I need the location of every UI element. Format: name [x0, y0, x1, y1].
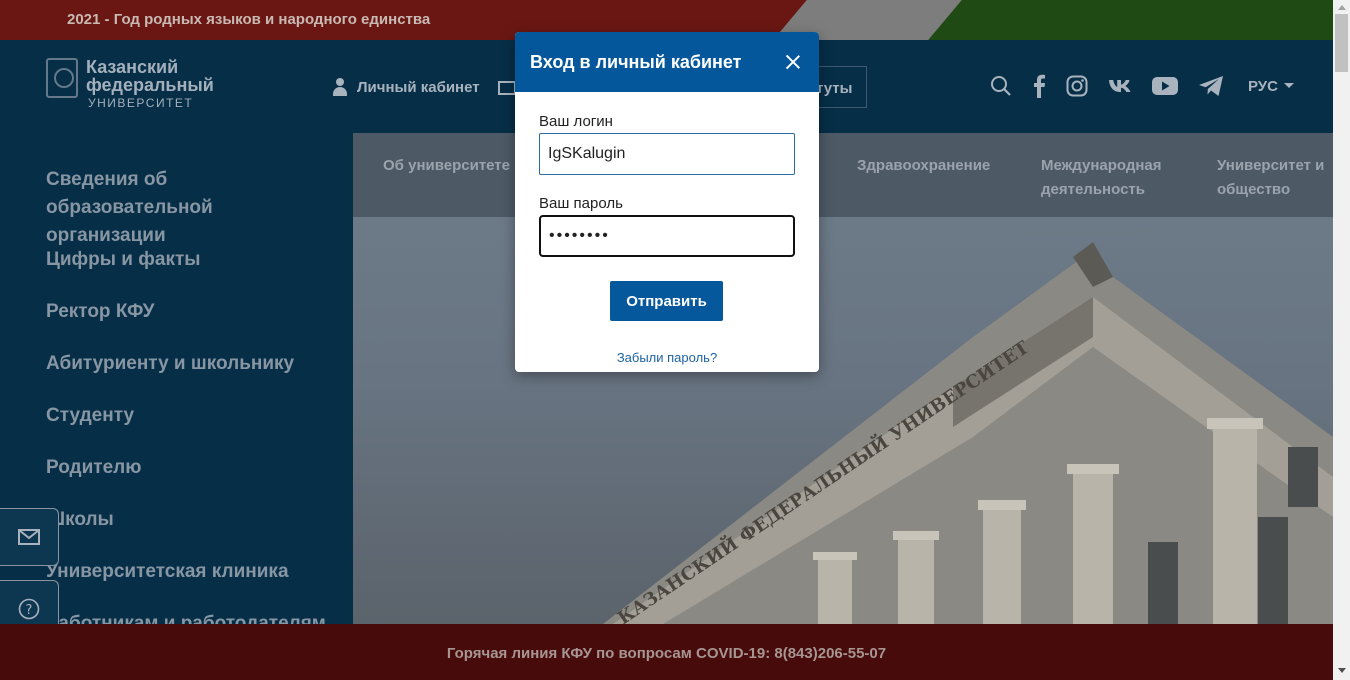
- user-icon: [333, 78, 347, 96]
- svg-text:?: ?: [26, 603, 33, 618]
- instagram-icon[interactable]: [1066, 75, 1088, 97]
- telegram-icon[interactable]: [1198, 75, 1224, 97]
- topnav-item-healthcare[interactable]: Здравоохранение: [857, 154, 990, 178]
- topnav-item-society[interactable]: Университет и общество: [1217, 154, 1327, 202]
- vk-icon[interactable]: [1108, 78, 1132, 94]
- sidebar-item-parents[interactable]: Родителю: [46, 454, 336, 482]
- scroll-thumb[interactable]: [1335, 14, 1348, 72]
- sidebar-item-schools[interactable]: Школы: [46, 506, 336, 534]
- youtube-icon[interactable]: [1152, 77, 1178, 95]
- institutes-button-label: туты: [816, 80, 853, 97]
- language-selector[interactable]: РУС: [1248, 78, 1294, 95]
- top-navigation: Об университете Здравоохранение Междунар…: [353, 133, 1333, 217]
- sidebar-item-employees[interactable]: Работникам и работодателям: [46, 610, 336, 624]
- topnav-item-international[interactable]: Международная деятельность: [1041, 154, 1181, 202]
- account-link-label: Личный кабинет: [357, 78, 480, 96]
- scroll-up-arrow-icon[interactable]: [1338, 5, 1346, 10]
- hero-image: КАЗАНСКИЙ ФЕДЕРАЛЬНЫЙ УНИВЕРСИТЕТ: [353, 217, 1333, 624]
- logo-line2: федеральный: [86, 75, 214, 95]
- login-modal: Вход в личный кабинет Ваш логин Ваш паро…: [515, 32, 819, 372]
- feedback-mail-button[interactable]: [0, 508, 59, 566]
- sidebar-item-rector[interactable]: Ректор КФУ: [46, 298, 336, 326]
- sidebar-item-clinic[interactable]: Университетская клиника: [46, 558, 336, 586]
- header-icons: РУС: [990, 74, 1294, 98]
- close-icon[interactable]: [783, 52, 803, 72]
- covid-hotline-bar: Горячая линия КФУ по вопросам COVID-19: …: [0, 624, 1333, 680]
- topnav-item-about[interactable]: Об университете: [383, 154, 510, 178]
- scroll-down-arrow-icon[interactable]: [1338, 668, 1346, 673]
- modal-title: Вход в личный кабинет: [530, 52, 742, 72]
- page-scrollbar[interactable]: [1333, 0, 1350, 680]
- language-label: РУС: [1248, 77, 1278, 95]
- university-logo[interactable]: Казанский федеральный УНИВЕРСИТЕТ: [46, 58, 214, 109]
- forgot-password-link[interactable]: Забыли пароль?: [515, 350, 819, 365]
- help-icon: ?: [18, 598, 40, 620]
- modal-header: Вход в личный кабинет: [515, 32, 819, 92]
- sidebar-item-applicants[interactable]: Абитуриенту и школьнику: [46, 350, 336, 378]
- search-icon[interactable]: [990, 75, 1012, 97]
- sidebar-item-students[interactable]: Студенту: [46, 402, 336, 430]
- building-illustration: КАЗАНСКИЙ ФЕДЕРАЛЬНЫЙ УНИВЕРСИТЕТ: [603, 242, 1333, 624]
- envelope-icon: [18, 529, 40, 545]
- logo-line1: Казанский: [86, 57, 179, 77]
- logo-line3: УНИВЕРСИТЕТ: [88, 96, 194, 110]
- chevron-down-icon: [1283, 82, 1294, 88]
- banner-text: 2021 - Год родных языков и народного еди…: [67, 11, 431, 28]
- logo-emblem-icon: [46, 58, 78, 98]
- account-link[interactable]: Личный кабинет: [333, 78, 480, 96]
- sidebar-item-organization-info[interactable]: Сведения об образовательной организации: [46, 166, 336, 250]
- login-input[interactable]: [539, 133, 795, 175]
- mail-icon[interactable]: [498, 81, 516, 95]
- password-label: Ваш пароль: [539, 195, 623, 212]
- submit-button[interactable]: Отправить: [610, 281, 723, 321]
- hotline-text: Горячая линия КФУ по вопросам COVID-19: …: [446, 645, 887, 662]
- facebook-icon[interactable]: [1032, 74, 1046, 98]
- sidebar-item-facts[interactable]: Цифры и факты: [46, 246, 336, 274]
- logo-text: Казанский федеральный УНИВЕРСИТЕТ: [86, 58, 214, 109]
- password-input[interactable]: [539, 215, 795, 257]
- flag-stripe-green: [928, 0, 1333, 40]
- login-label: Ваш логин: [539, 113, 613, 130]
